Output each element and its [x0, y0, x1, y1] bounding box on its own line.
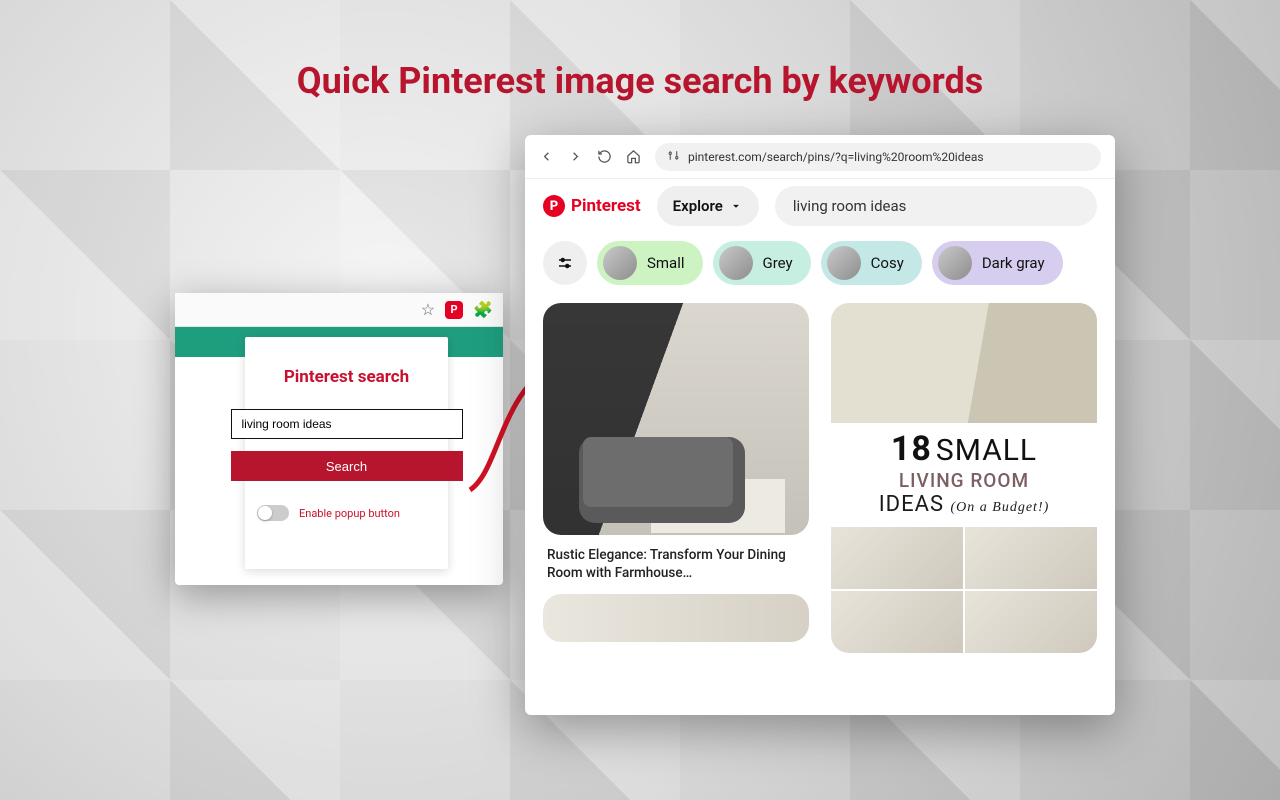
pinterest-logo-text: Pinterest: [571, 196, 641, 216]
keyword-input[interactable]: [231, 409, 463, 439]
sliders-icon: [556, 254, 574, 272]
collage-word-small: SMALL: [936, 433, 1037, 468]
filters-button[interactable]: [543, 241, 587, 285]
chevron-down-icon: [729, 199, 743, 213]
bookmark-star-icon[interactable]: ☆: [421, 300, 435, 319]
pin-card[interactable]: [543, 303, 809, 535]
pin-grid: Rustic Elegance: Transform Your Dining R…: [525, 293, 1115, 715]
enable-popup-toggle-label: Enable popup button: [299, 507, 400, 520]
extension-popup-screenshot: ☆ P 🧩 Pinterest search Search Enable pop…: [175, 293, 503, 585]
chip-label: Cosy: [871, 254, 904, 272]
browser-toolbar: ☆ P 🧩: [175, 293, 503, 327]
enable-popup-toggle[interactable]: [257, 505, 289, 521]
explore-button[interactable]: Explore: [657, 186, 759, 226]
pinterest-extension-icon[interactable]: P: [445, 301, 463, 319]
popup-title: Pinterest search: [284, 367, 409, 387]
site-settings-icon[interactable]: [667, 149, 680, 165]
collage-mosaic: [831, 527, 1097, 653]
chip-thumb: [603, 246, 637, 280]
url-text: pinterest.com/search/pins/?q=living%20ro…: [688, 150, 984, 164]
chip-small[interactable]: Small: [597, 241, 703, 285]
browser-address-bar: pinterest.com/search/pins/?q=living%20ro…: [525, 135, 1115, 179]
chip-label: Grey: [763, 254, 793, 272]
chip-dark-gray[interactable]: Dark gray: [932, 241, 1063, 285]
collage-line-ideas: IDEAS: [879, 492, 944, 517]
pin-caption: Rustic Elegance: Transform Your Dining R…: [543, 547, 809, 582]
nav-forward-icon[interactable]: [568, 149, 583, 164]
chip-label: Dark gray: [982, 254, 1045, 272]
nav-back-icon[interactable]: [539, 149, 554, 164]
home-icon[interactable]: [626, 149, 641, 164]
grid-col-1: Rustic Elegance: Transform Your Dining R…: [543, 303, 809, 705]
enable-popup-toggle-row: Enable popup button: [257, 505, 400, 521]
collage-line-budget: (On a Budget!): [951, 500, 1050, 515]
collage-line-livingroom: LIVING ROOM: [841, 469, 1087, 492]
collage-number: 18: [891, 429, 932, 469]
filter-chip-row: Small Grey Cosy Dark gray: [525, 233, 1115, 293]
collage-hero-image: [831, 303, 1097, 423]
popup-card: Pinterest search Search Enable popup but…: [245, 337, 448, 569]
pinterest-logo-icon: P: [543, 195, 565, 217]
chip-thumb: [719, 246, 753, 280]
chip-cosy[interactable]: Cosy: [821, 241, 922, 285]
promo-headline: Quick Pinterest image search by keywords: [0, 60, 1280, 102]
chip-grey[interactable]: Grey: [713, 241, 811, 285]
chip-thumb: [827, 246, 861, 280]
reload-icon[interactable]: [597, 149, 612, 164]
pinterest-logo[interactable]: P Pinterest: [543, 195, 641, 217]
pinterest-search-value: living room ideas: [793, 197, 907, 215]
extensions-puzzle-icon[interactable]: 🧩: [473, 300, 493, 319]
url-input[interactable]: pinterest.com/search/pins/?q=living%20ro…: [655, 143, 1101, 171]
chip-label: Small: [647, 254, 685, 272]
grid-col-2: 18SMALL LIVING ROOM IDEAS (On a Budget!): [831, 303, 1097, 705]
pinterest-browser-window: pinterest.com/search/pins/?q=living%20ro…: [525, 135, 1115, 715]
pinterest-header: P Pinterest Explore living room ideas: [525, 179, 1115, 233]
pin-card[interactable]: [543, 594, 809, 642]
pinterest-search-input[interactable]: living room ideas: [775, 186, 1097, 226]
collage-text: 18SMALL LIVING ROOM IDEAS (On a Budget!): [831, 423, 1097, 527]
explore-label: Explore: [673, 197, 723, 215]
chip-thumb: [938, 246, 972, 280]
pin-card-collage[interactable]: 18SMALL LIVING ROOM IDEAS (On a Budget!): [831, 303, 1097, 653]
search-button[interactable]: Search: [231, 451, 463, 481]
